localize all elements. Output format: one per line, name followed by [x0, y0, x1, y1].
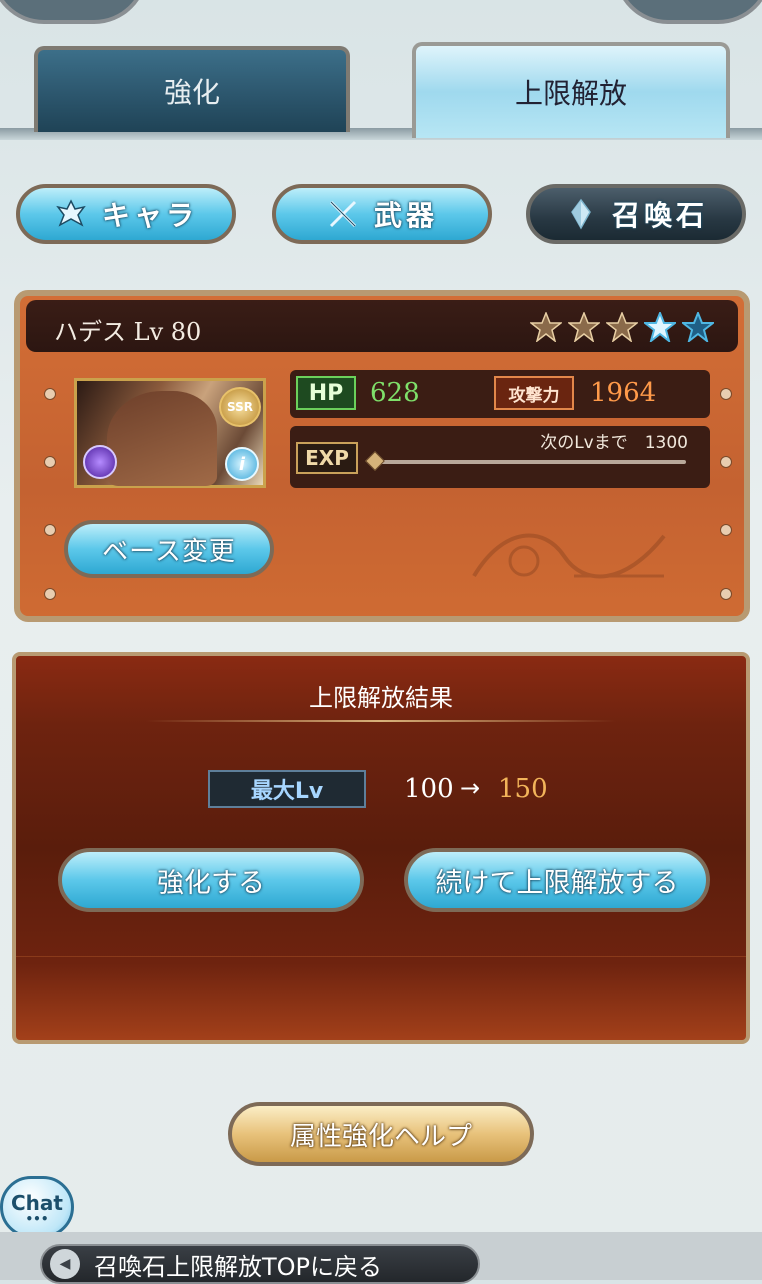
- crystal-icon: [571, 198, 591, 230]
- rivet: [720, 456, 732, 468]
- max-level-from: 100: [404, 774, 454, 804]
- portrait-art: [107, 391, 217, 486]
- summon-portrait[interactable]: SSR i: [74, 378, 266, 488]
- chara-emblem-icon: [56, 199, 86, 227]
- dark-element-icon: [83, 445, 117, 479]
- limit-break-result-panel: 上限解放結果 最大Lv 100 → 150 強化する 続けて上限解放する: [12, 652, 750, 1044]
- category-chara-label: キャラ: [101, 199, 198, 232]
- exp-label: EXP: [296, 442, 358, 474]
- chat-button[interactable]: Chat •••: [0, 1176, 74, 1238]
- arrow-right-icon: →: [460, 774, 481, 802]
- rivet: [720, 588, 732, 600]
- ssr-badge: SSR: [219, 387, 261, 427]
- category-summon-button[interactable]: 召喚石: [526, 184, 746, 244]
- base-change-button[interactable]: ベース変更: [64, 520, 274, 578]
- element-enhance-help-button[interactable]: 属性強化ヘルプ: [228, 1102, 534, 1166]
- rivet: [720, 524, 732, 536]
- tab-limit-break[interactable]: 上限解放: [412, 42, 730, 138]
- exp-box: EXP 次のLvまで 1300: [290, 426, 710, 488]
- rivet: [44, 524, 56, 536]
- top-left-ornament: [0, 0, 148, 24]
- title-divider: [146, 720, 616, 722]
- back-arrow-icon: ◀: [50, 1249, 80, 1279]
- star-filled-icon: [530, 312, 562, 342]
- star-filled-icon: [568, 312, 600, 342]
- continue-limit-break-button[interactable]: 続けて上限解放する: [404, 848, 710, 912]
- enhance-button[interactable]: 強化する: [58, 848, 364, 912]
- result-title: 上限解放結果: [309, 684, 453, 712]
- rarity-stars: [530, 312, 714, 342]
- top-decoration: [0, 0, 762, 24]
- back-label: 召喚石上限解放TOPに戻る: [94, 1252, 383, 1281]
- info-icon[interactable]: i: [225, 447, 259, 481]
- hp-value: 628: [370, 378, 420, 408]
- summon-status-panel: ハデス Lv 80 SSR i HP 628 攻撃力 1964 EXP 次のLv…: [14, 290, 750, 622]
- hp-label: HP: [296, 376, 356, 410]
- rivet: [44, 456, 56, 468]
- rivet: [44, 588, 56, 600]
- category-summon-label: 召喚石: [611, 199, 708, 232]
- top-right-ornament: [614, 0, 762, 24]
- category-weapon-label: 武器: [373, 199, 438, 232]
- attack-value: 1964: [590, 378, 657, 408]
- star-blue-icon: [644, 312, 676, 342]
- category-weapon-button[interactable]: 武器: [272, 184, 492, 244]
- crossed-swords-icon: [329, 200, 357, 228]
- rivet: [720, 388, 732, 400]
- back-to-top-button[interactable]: ◀ 召喚石上限解放TOPに戻る: [40, 1244, 480, 1284]
- max-level-label: 最大Lv: [208, 770, 366, 808]
- next-level-text: 次のLvまで 1300: [540, 433, 688, 453]
- star-filled-icon: [606, 312, 638, 342]
- summon-name: ハデス Lv 80: [54, 318, 202, 346]
- panel-ornament: [472, 533, 666, 579]
- star-empty-icon: [682, 312, 714, 342]
- max-level-to: 150: [498, 774, 548, 804]
- tab-enhance[interactable]: 強化: [34, 46, 350, 132]
- summon-header: ハデス Lv 80: [26, 300, 738, 352]
- panel-separator: [16, 956, 746, 957]
- rivet: [44, 388, 56, 400]
- exp-marker-icon: [365, 451, 385, 471]
- chat-dots-icon: •••: [25, 1212, 49, 1226]
- stat-box: HP 628 攻撃力 1964: [290, 370, 710, 418]
- exp-bar: [376, 460, 686, 464]
- category-chara-button[interactable]: キャラ: [16, 184, 236, 244]
- attack-label: 攻撃力: [494, 376, 574, 410]
